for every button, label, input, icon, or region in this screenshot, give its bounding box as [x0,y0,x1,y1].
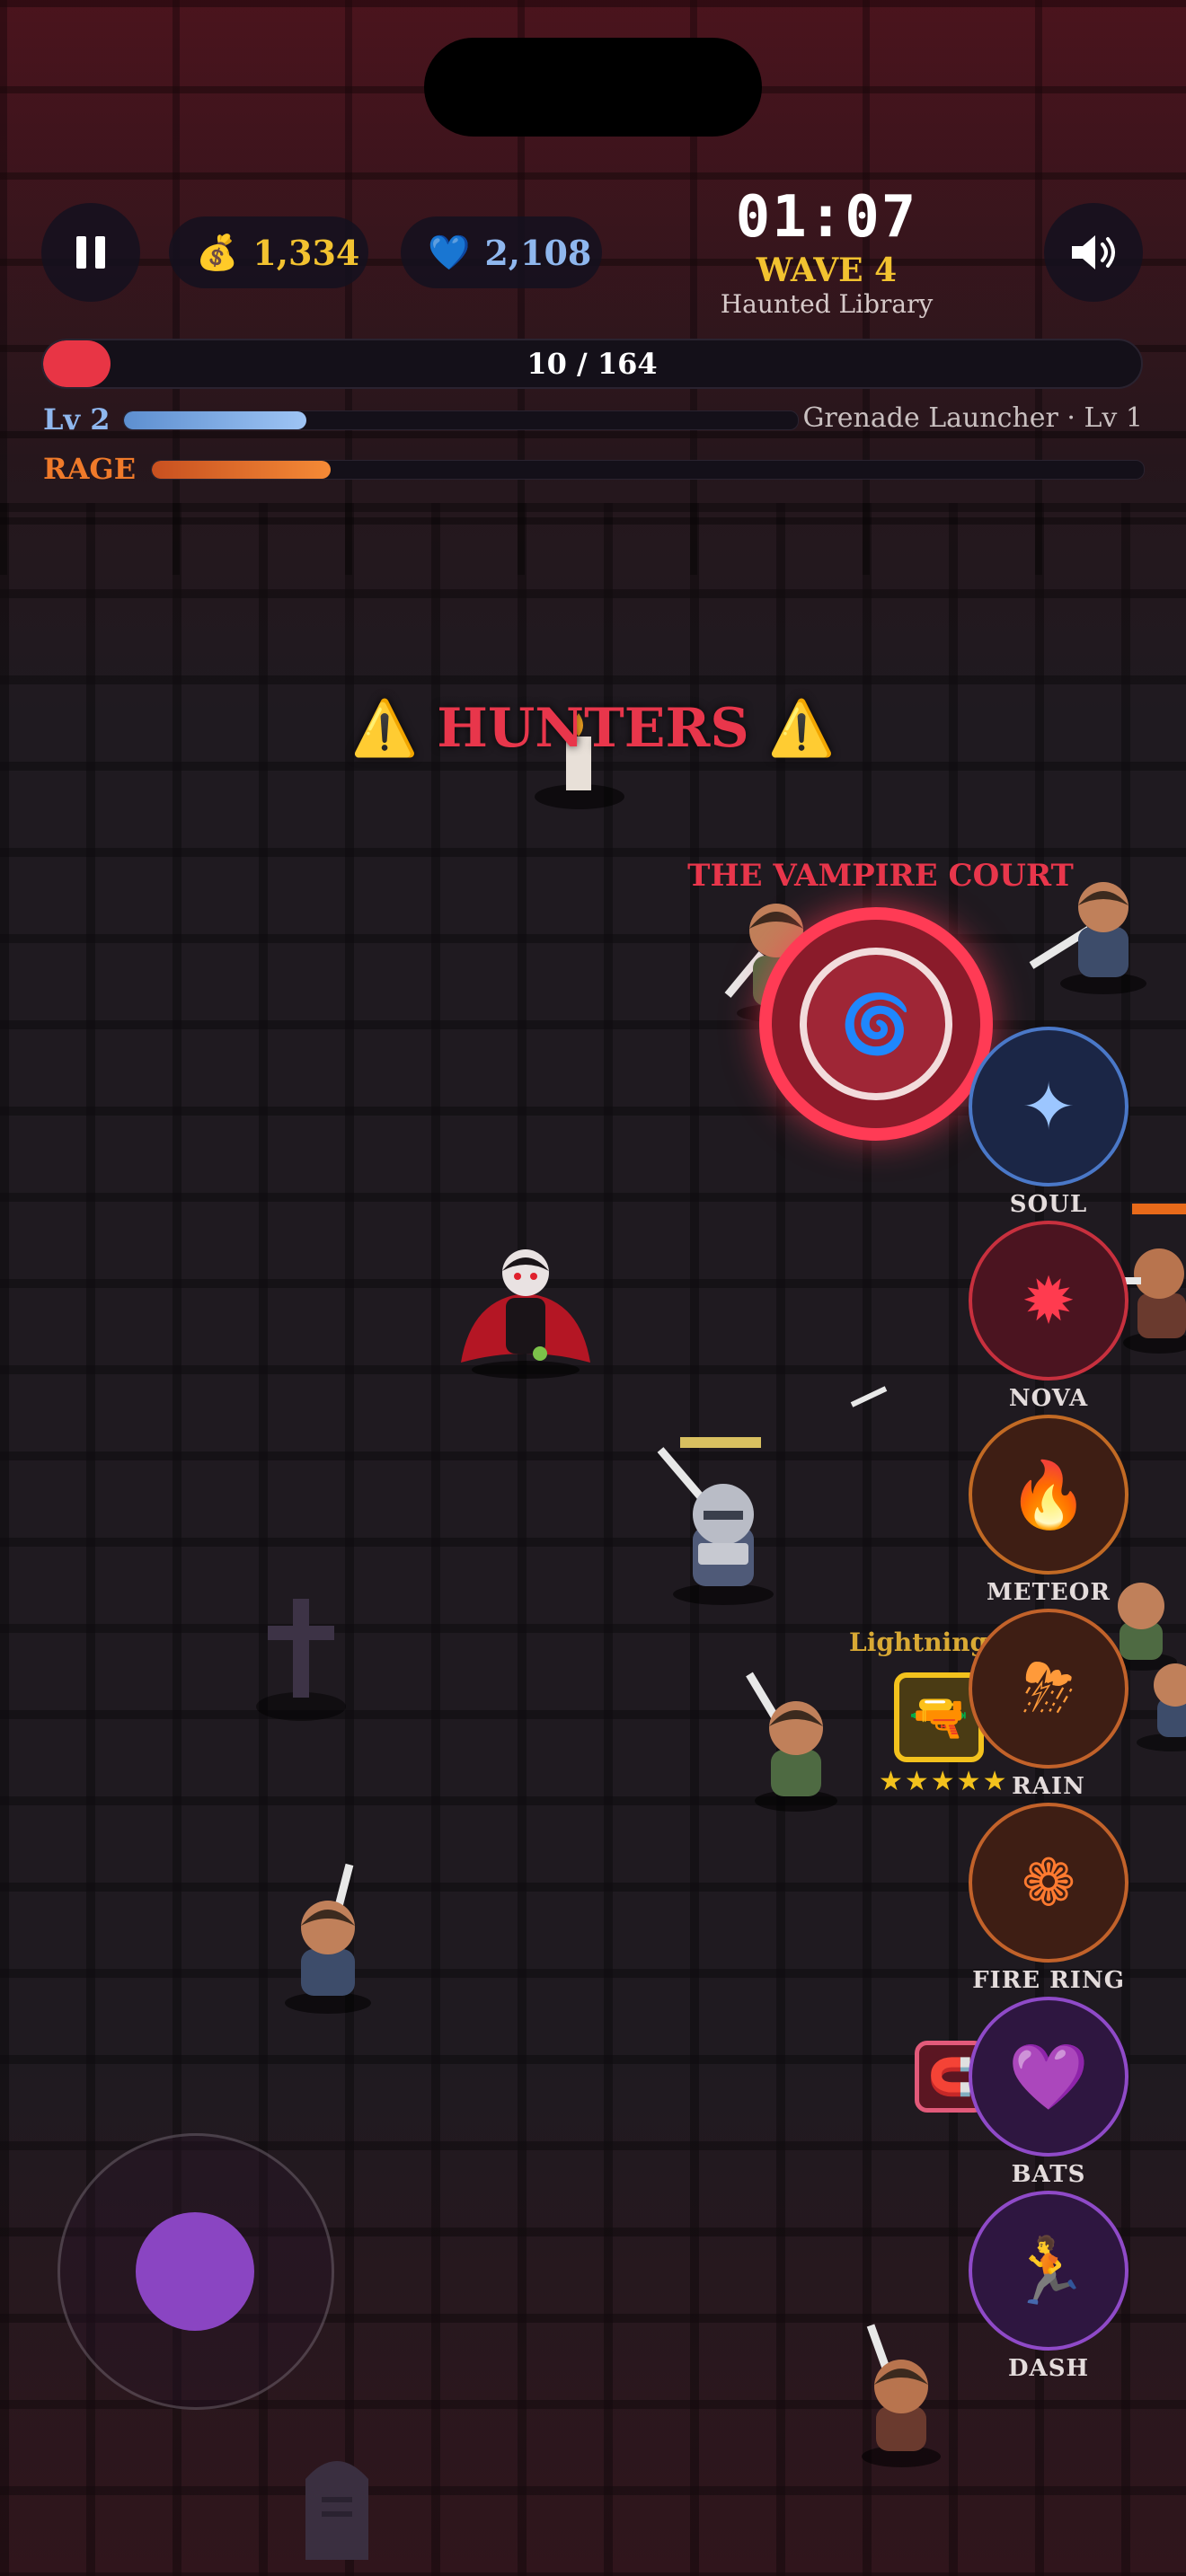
warning-icon: ⚠️ [767,697,836,760]
grave-cross-icon [256,1599,346,1721]
joystick-thumb[interactable] [136,2212,254,2331]
health-text: 10 / 164 [527,347,658,381]
wave-label: WAVE 4 [756,251,898,289]
gold-value: 1,334 [252,232,360,273]
blue-heart-icon: 💙 [428,232,471,272]
xp-bar-fill [124,411,306,429]
banner-text: HUNTERS [437,697,749,760]
rage-bar [151,460,1145,480]
heart-bolt-icon: 💜 [1008,2038,1089,2114]
warning-icon: ⚠️ [350,697,419,760]
boss-portal: 🌀 [759,907,993,1141]
pause-button[interactable] [41,203,140,302]
vampire-player [461,1249,590,1379]
boss-label: THE VAMPIRE COURT [687,858,1074,894]
skill-label-bats: BATS [1011,2161,1086,2188]
pause-icon [76,236,105,269]
device-notch [424,38,762,137]
skill-label-dash: DASH [1007,2355,1090,2382]
sound-button[interactable] [1044,203,1143,302]
skill-button-meteor[interactable]: 🔥 [969,1415,1128,1575]
knight-enemy [657,1437,774,1605]
skill-button-soul[interactable]: ✦ [969,1027,1128,1187]
gems-value: 2,108 [484,232,592,273]
skill-button-bats[interactable]: 💜 [969,1997,1128,2157]
speaker-icon [1072,235,1115,269]
weapon-label: Grenade Launcher · Lv 1 [802,402,1143,434]
skill-label-soul: SOUL [1009,1191,1088,1218]
rage-label: RAGE [43,452,137,486]
gems-counter: 💙 2,108 [401,216,602,288]
storm-cloud-icon: ⛈ [1022,1650,1075,1725]
rage-bar-fill [152,461,331,479]
skill-label-rain: RAIN [1012,1773,1085,1800]
skill-label-fire-ring: FIRE RING [972,1967,1125,1994]
tombstone-icon [305,2461,368,2560]
money-bag-icon: 💰 [196,232,239,272]
swirl-icon: 🌀 [800,948,952,1100]
hunter-enemy [1029,882,1146,994]
hunters-warning-banner: ⚠️ HUNTERS ⚠️ [296,696,890,760]
skill-label-nova: NOVA [1008,1385,1089,1412]
hunter-enemy [862,2324,941,2467]
sparkle-icon: ✦ [1021,1069,1076,1144]
fire-ring-icon: ❁ [1021,1845,1076,1920]
stage-name: Haunted Library [720,289,934,319]
health-bar: 10 / 164 [41,339,1143,389]
thrown-dagger [850,1386,888,1407]
run-timer: 01:07 [735,184,918,251]
magnet-icon: 🧲 [928,2056,973,2098]
hunter-enemy [746,1672,837,1812]
skill-button-rain[interactable]: ⛈ [969,1609,1128,1769]
runner-icon: 🏃 [1008,2232,1089,2308]
skill-button-nova[interactable]: ✹ [969,1221,1128,1381]
flame-icon: 🔥 [1008,1456,1089,1532]
hunter-enemy [285,1863,371,2014]
player-level: Lv 2 [43,402,111,437]
pistol-icon: 🔫 [908,1689,969,1745]
gold-counter: 💰 1,334 [169,216,368,288]
burst-icon: ✹ [1021,1263,1076,1338]
skill-button-fire-ring[interactable]: ❁ [969,1803,1128,1963]
skill-label-meteor: METEOR [986,1579,1111,1606]
skill-button-dash[interactable]: 🏃 [969,2191,1128,2351]
xp-bar [123,410,799,430]
